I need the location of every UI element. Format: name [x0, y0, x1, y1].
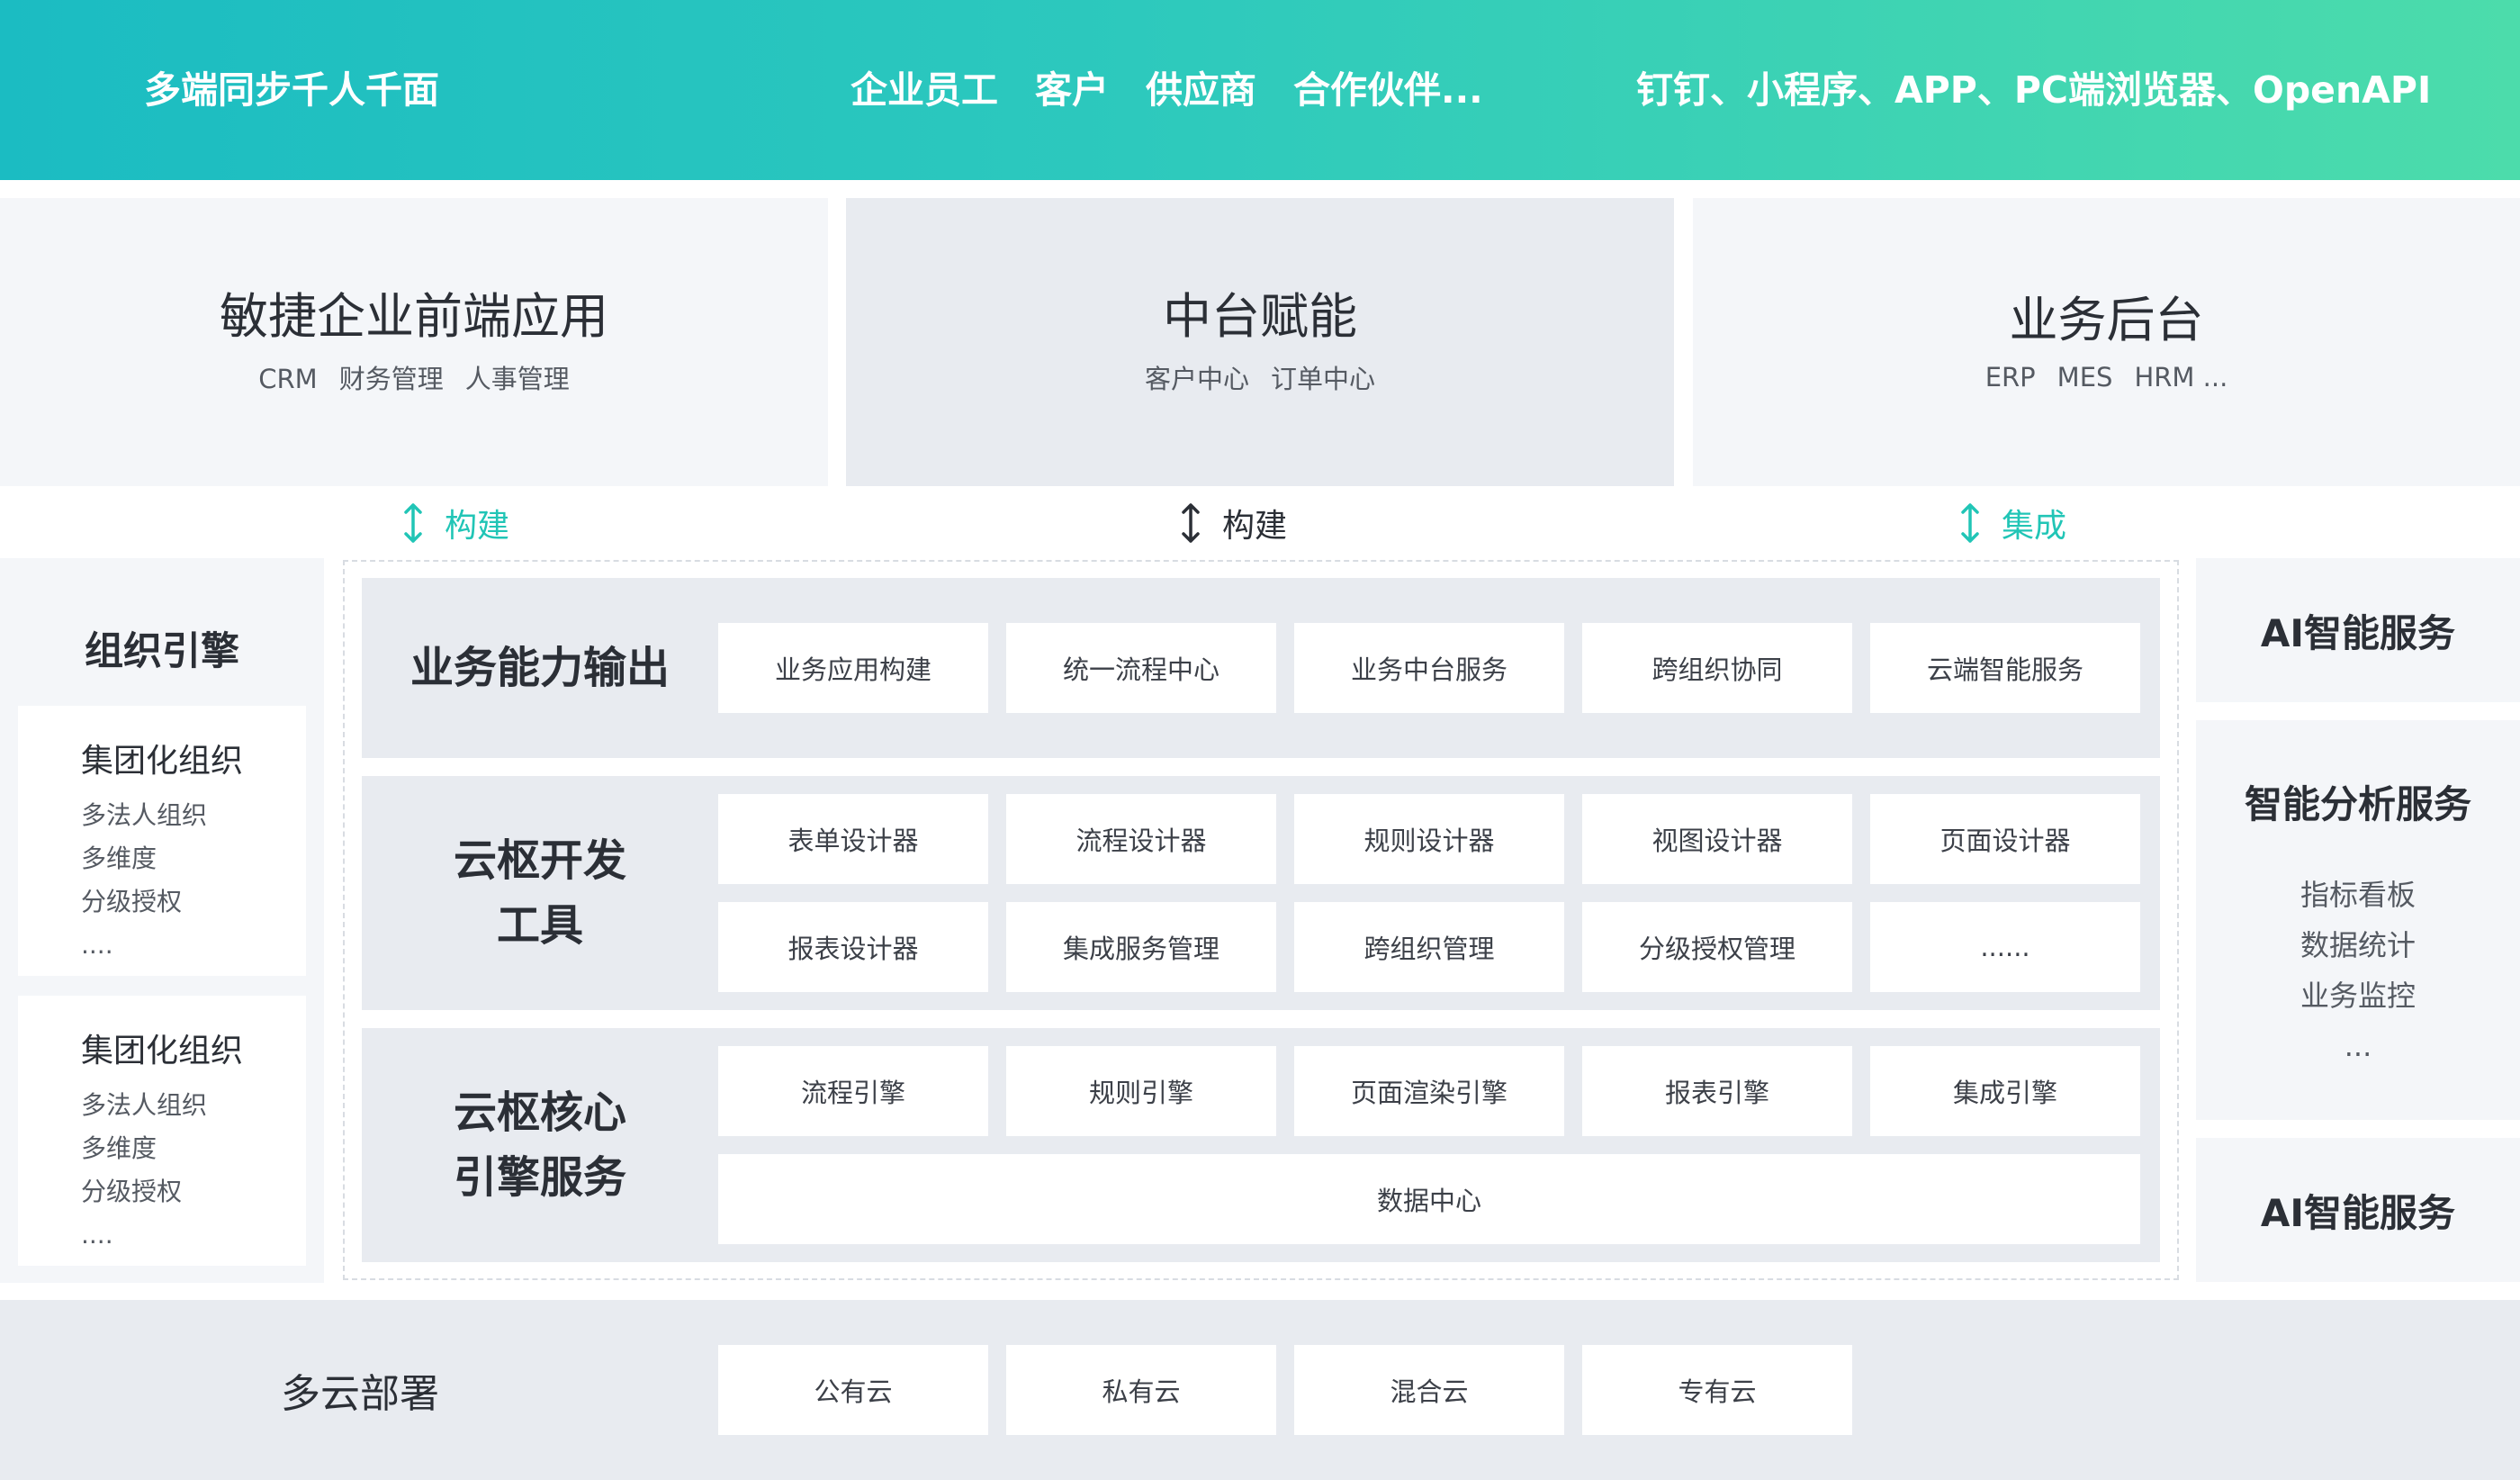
cloud-cell: 专有云: [1582, 1345, 1852, 1435]
build-arrow-middle: 构建: [1179, 493, 1287, 553]
org-card-item: 多法人组织: [81, 1090, 208, 1120]
analysis-item: ...: [2344, 1029, 2372, 1063]
cloud-cell: 公有云: [718, 1345, 988, 1435]
frontend-app-item: 人事管理: [464, 364, 570, 395]
analysis-item: 业务监控: [2300, 979, 2416, 1013]
frontend-apps-title: 敏捷企业前端应用: [220, 287, 608, 345]
frontend-apps-block: 敏捷企业前端应用 CRM 财务管理 人事管理: [0, 198, 828, 486]
frontend-apps-items: CRM 财务管理 人事管理: [248, 358, 580, 396]
core-engine-row: 云枢核心 引擎服务 流程引擎 规则引擎 页面渲染引擎 报表引擎 集成引擎 数据中…: [362, 1028, 2160, 1262]
org-card-title: 集团化组织: [81, 743, 244, 780]
business-output-title: 业务能力输出: [362, 578, 718, 758]
banner-middle-text: 企业员工 客户 供应商 合作伙伴...: [850, 68, 1483, 112]
analysis-service-panel: 智能分析服务 指标看板 数据统计 业务监控 ...: [2196, 720, 2520, 1120]
banner-left-text: 多端同步千人千面: [144, 68, 439, 112]
row-title-line: 工具: [496, 900, 583, 951]
business-output-row: 业务能力输出 业务应用构建 统一流程中心 业务中台服务 跨组织协同 云端智能服务: [362, 578, 2160, 758]
analysis-item: 指标看板: [2300, 878, 2416, 912]
capability-cell: 业务中台服务: [1294, 623, 1564, 713]
double-arrow-icon: [1961, 503, 1979, 543]
designer-cell: 分级授权管理: [1582, 902, 1852, 992]
org-card-item: ....: [81, 1220, 113, 1250]
backend-block: 业务后台 ERP MES HRM ...: [1693, 198, 2520, 486]
org-card: 集团化组织 多法人组织 多维度 分级授权 ....: [18, 996, 306, 1266]
multi-cloud-deploy-band: 多云部署 公有云 私有云 混合云 专有云: [0, 1300, 2520, 1480]
build-label: 构建: [1222, 508, 1288, 545]
ai-service-panel-bottom: AI智能服务: [2196, 1138, 2520, 1282]
designer-cell: ......: [1870, 902, 2140, 992]
middle-platform-items: 客户中心 订单中心: [1134, 358, 1386, 396]
row-title-line: 云枢核心: [453, 1087, 626, 1138]
org-card-item: ....: [81, 930, 113, 960]
org-card-item: 分级授权: [81, 1177, 183, 1206]
middle-platform-block: 中台赋能 客户中心 订单中心: [846, 198, 1674, 486]
backend-item: HRM ...: [2134, 362, 2228, 393]
ai-service-title: AI智能服务: [2260, 1190, 2456, 1235]
ai-service-panel-top: AI智能服务: [2196, 558, 2520, 702]
org-card-item: 分级授权: [81, 887, 183, 916]
capability-cell: 跨组织协同: [1582, 623, 1852, 713]
engine-cell: 流程引擎: [718, 1046, 988, 1136]
analysis-service-title: 智能分析服务: [2244, 781, 2471, 826]
row-title-line: 引擎服务: [453, 1152, 626, 1203]
double-arrow-icon: [1182, 503, 1200, 543]
designer-cell: 流程设计器: [1006, 794, 1276, 884]
middle-platform-title: 中台赋能: [1163, 287, 1357, 345]
analysis-item: 数据统计: [2300, 928, 2416, 962]
engine-cell: 集成引擎: [1870, 1046, 2140, 1136]
org-card-title: 集团化组织: [81, 1033, 244, 1069]
designer-cell: 集成服务管理: [1006, 902, 1276, 992]
designer-cell: 表单设计器: [718, 794, 988, 884]
core-engine-title: 云枢核心 引擎服务: [362, 1028, 718, 1262]
designer-cell: 规则设计器: [1294, 794, 1564, 884]
backend-item: MES: [2056, 362, 2113, 393]
build-arrow-left: 构建: [401, 493, 509, 553]
engine-cell: 规则引擎: [1006, 1046, 1276, 1136]
backend-item: ERP: [1984, 362, 2036, 393]
row-title-line: 业务能力输出: [410, 643, 670, 693]
org-card-item: 多维度: [81, 1133, 158, 1163]
dev-tools-row: 云枢开发 工具 表单设计器 流程设计器 规则设计器 视图设计器 页面设计器 报表…: [362, 776, 2160, 1010]
integrate-label: 集成: [2002, 508, 2067, 545]
org-engine-panel: 组织引擎 集团化组织 多法人组织 多维度 分级授权 .... 集团化组织 多法人…: [0, 558, 324, 1283]
engine-cell: 报表引擎: [1582, 1046, 1852, 1136]
designer-cell: 页面设计器: [1870, 794, 2140, 884]
banner-right-text: 钉钉、小程序、APP、PC端浏览器、OpenAPI: [1636, 68, 2432, 112]
ai-service-title: AI智能服务: [2260, 610, 2456, 655]
backend-items: ERP MES HRM ...: [1975, 362, 2239, 393]
data-center-cell: 数据中心: [718, 1154, 2140, 1244]
cloud-cell: 混合云: [1294, 1345, 1564, 1435]
capability-cell: 云端智能服务: [1870, 623, 2140, 713]
org-engine-title: 组织引擎: [85, 629, 239, 674]
cloud-cell: 私有云: [1006, 1345, 1276, 1435]
middle-platform-item: 订单中心: [1271, 364, 1376, 395]
backend-title: 业务后台: [2009, 291, 2204, 348]
designer-cell: 报表设计器: [718, 902, 988, 992]
designer-cell: 视图设计器: [1582, 794, 1852, 884]
integrate-arrow-right: 集成: [1958, 493, 2066, 553]
build-label: 构建: [445, 508, 510, 545]
frontend-app-item: 财务管理: [338, 364, 444, 395]
top-banner: 多端同步千人千面 企业员工 客户 供应商 合作伙伴... 钉钉、小程序、APP、…: [0, 0, 2520, 180]
capability-cell: 统一流程中心: [1006, 623, 1276, 713]
multi-cloud-title: 多云部署: [281, 1371, 439, 1417]
double-arrow-icon: [404, 503, 422, 543]
frontend-app-item: CRM: [258, 364, 318, 395]
designer-cell: 跨组织管理: [1294, 902, 1564, 992]
middle-platform-item: 客户中心: [1144, 364, 1249, 395]
org-card-item: 多法人组织: [81, 800, 208, 830]
capability-cell: 业务应用构建: [718, 623, 988, 713]
row-title-line: 云枢开发: [453, 835, 626, 886]
analysis-service-list: 指标看板 数据统计 业务监控 ...: [2196, 870, 2520, 1071]
dev-tools-title: 云枢开发 工具: [362, 776, 718, 1010]
org-card-item: 多维度: [81, 844, 158, 873]
org-card: 集团化组织 多法人组织 多维度 分级授权 ....: [18, 706, 306, 976]
engine-cell: 页面渲染引擎: [1294, 1046, 1564, 1136]
